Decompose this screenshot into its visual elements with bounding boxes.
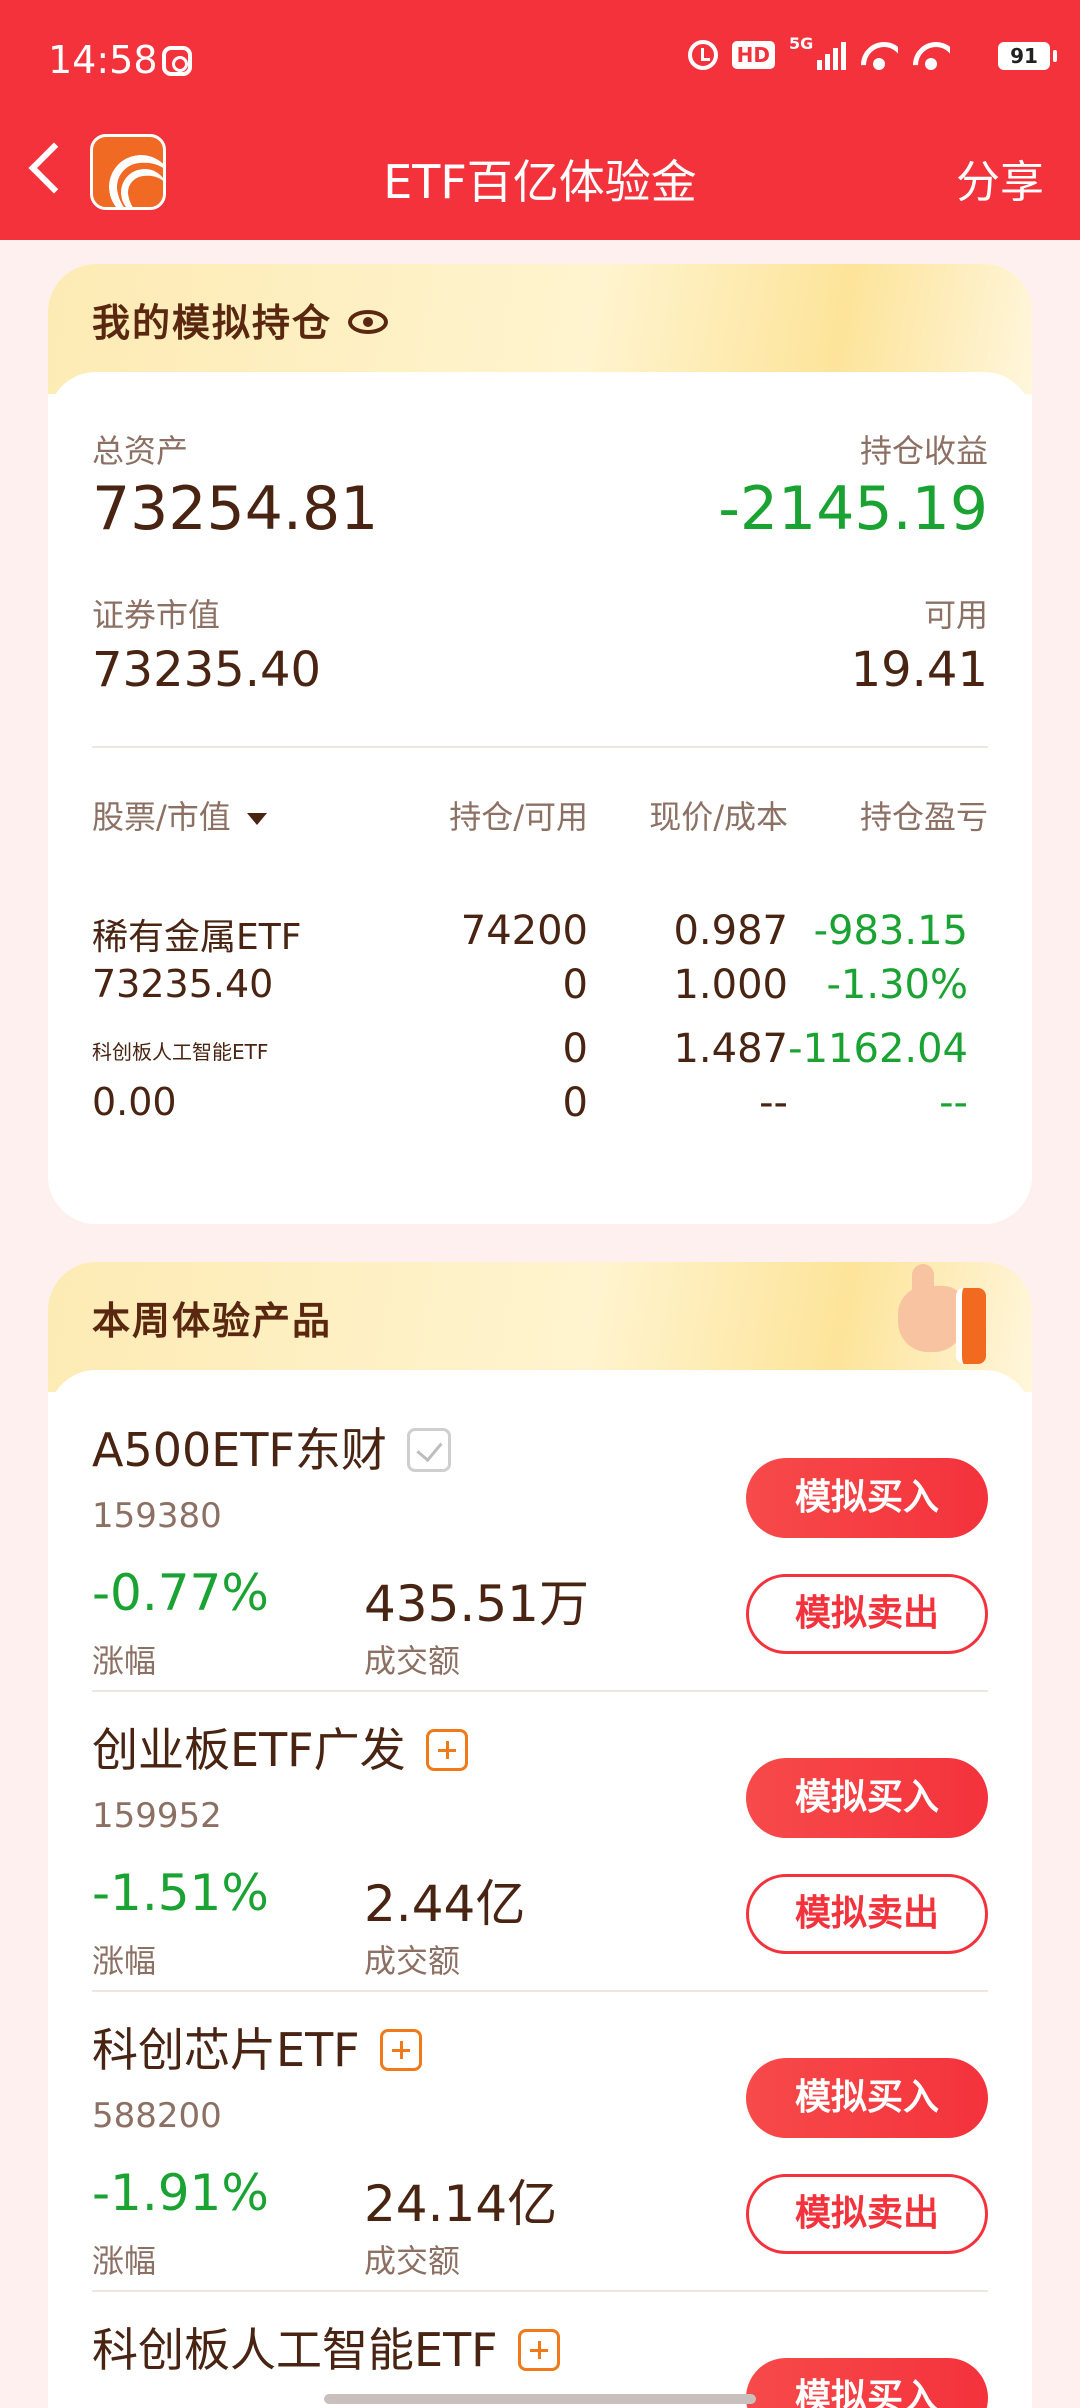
volume-label: 成交额 <box>364 1642 461 1680</box>
holding-pl-pct: -1.30% <box>826 962 968 1008</box>
col-header-stock-label: 股票/市值 <box>92 798 231 836</box>
checked-icon[interactable] <box>406 1427 451 1472</box>
product-volume: 24.14亿 <box>364 2175 558 2233</box>
holding-name: 稀有金属ETF <box>92 917 302 958</box>
holdings-title: 我的模拟持仓 <box>85 292 332 357</box>
home-indicator[interactable] <box>324 2394 756 2404</box>
status-icons: HD 5G 91 <box>687 34 1057 70</box>
holding-value: 0.00 <box>92 1080 177 1124</box>
status-time: 14:58 <box>48 38 158 82</box>
product-name: 科创板人工智能ETF <box>92 2323 498 2377</box>
market-value-label: 证券市值 <box>92 596 221 634</box>
product-name: A500ETF东财 <box>92 1423 387 1477</box>
total-assets-label: 总资产 <box>92 432 189 470</box>
holdings-card: 我的模拟持仓 总资产 73254.81 持仓收益 -2145.19 证券市值 7… <box>48 264 1032 1224</box>
holding-price: 1.487 <box>673 1026 788 1072</box>
add-icon[interactable] <box>425 1728 468 1771</box>
sort-caret-icon <box>246 813 267 825</box>
divider <box>92 1690 988 1692</box>
top-bar: 14:58 HD 5G 91 ETF百亿体验金 分享 <box>0 0 1080 240</box>
change-label: 涨幅 <box>92 1642 157 1680</box>
hd-badge: HD <box>731 41 775 69</box>
volume-label: 成交额 <box>364 2242 461 2280</box>
holding-available: 0 <box>562 1080 588 1126</box>
product-change: -1.91% <box>92 2164 269 2222</box>
share-button[interactable]: 分享 <box>956 146 1044 210</box>
product-name-line: A500ETF东财 <box>92 1414 451 1480</box>
product-code: 159952 <box>92 1796 222 1836</box>
holdings-summary: 总资产 73254.81 持仓收益 -2145.19 证券市值 73235.40… <box>48 372 1032 1224</box>
network-type-label: 5G <box>789 34 814 53</box>
screen-record-icon <box>162 46 192 76</box>
holding-price: 0.987 <box>673 908 788 954</box>
divider <box>92 746 988 748</box>
products-card: 本周体验产品 A500ETF东财 159380 -0.77% 涨幅 435.51… <box>48 1262 1032 2408</box>
product-item[interactable]: 创业板ETF广发 159952 -1.51% 涨幅 2.44亿 成交额 模拟买入… <box>92 1714 988 1994</box>
product-name-line: 创业板ETF广发 <box>92 1714 468 1780</box>
col-header-pl: 持仓盈亏 <box>859 798 988 836</box>
add-icon[interactable] <box>379 2028 422 2071</box>
change-label: 涨幅 <box>92 2242 157 2280</box>
thumbs-up-icon <box>878 1262 998 1382</box>
product-change: -0.77% <box>92 1564 269 1622</box>
divider <box>92 2290 988 2292</box>
product-name-line: 科创芯片ETF <box>92 2014 422 2080</box>
holding-pl-pct: -- <box>939 1080 968 1126</box>
holding-cost: 1.000 <box>673 962 788 1008</box>
col-header-position: 持仓/可用 <box>449 798 588 836</box>
simulate-buy-button[interactable]: 模拟买入 <box>746 1758 988 1838</box>
total-assets-value: 73254.81 <box>92 474 379 544</box>
holding-pl: -983.15 <box>813 908 968 954</box>
simulate-buy-button[interactable]: 模拟买入 <box>746 2358 988 2408</box>
wifi-secondary-icon <box>912 40 950 70</box>
products-list: A500ETF东财 159380 -0.77% 涨幅 435.51万 成交额 模… <box>48 1370 1032 2408</box>
cellular-signal-icon: 5G <box>789 34 846 70</box>
product-name: 创业板ETF广发 <box>92 1723 406 1777</box>
holding-name: 科创板人工智能ETF <box>92 1040 269 1064</box>
eye-visibility-icon[interactable] <box>348 310 388 334</box>
col-header-stock[interactable]: 股票/市值 <box>92 792 267 838</box>
product-change: -1.51% <box>92 1864 269 1922</box>
available-label: 可用 <box>923 596 988 634</box>
products-title: 本周体验产品 <box>85 1290 332 1355</box>
wifi-icon <box>860 40 898 70</box>
alarm-icon <box>687 40 718 70</box>
product-volume: 435.51万 <box>364 1575 589 1633</box>
volume-label: 成交额 <box>364 1942 461 1980</box>
page-title: ETF百亿体验金 <box>383 155 697 209</box>
simulate-sell-button[interactable]: 模拟卖出 <box>746 1574 988 1654</box>
holding-available: 0 <box>562 962 588 1008</box>
product-item[interactable]: 科创芯片ETF 588200 -1.91% 涨幅 24.14亿 成交额 模拟买入… <box>92 2014 988 2294</box>
product-code: 159380 <box>92 1496 222 1536</box>
col-header-price: 现价/成本 <box>649 798 788 836</box>
holding-pl: -1162.04 <box>788 1026 968 1072</box>
holding-position: 74200 <box>460 908 588 954</box>
holding-position: 0 <box>562 1026 588 1072</box>
add-icon[interactable] <box>517 2328 560 2371</box>
product-item[interactable]: A500ETF东财 159380 -0.77% 涨幅 435.51万 成交额 模… <box>92 1414 988 1694</box>
change-label: 涨幅 <box>92 1942 157 1980</box>
product-name: 科创芯片ETF <box>92 2023 360 2077</box>
product-code: 588200 <box>92 2096 222 2136</box>
product-volume: 2.44亿 <box>364 1875 526 1933</box>
divider <box>92 1990 988 1992</box>
available-value: 19.41 <box>850 642 988 698</box>
simulate-sell-button[interactable]: 模拟卖出 <box>746 2174 988 2254</box>
holding-cost: -- <box>759 1080 788 1126</box>
product-name-line: 科创板人工智能ETF <box>92 2314 560 2380</box>
market-value: 73235.40 <box>92 642 322 698</box>
simulate-buy-button[interactable]: 模拟买入 <box>746 1458 988 1538</box>
battery-icon: 91 <box>998 42 1057 70</box>
holding-value: 73235.40 <box>92 962 274 1006</box>
simulate-sell-button[interactable]: 模拟卖出 <box>746 1874 988 1954</box>
position-pl-value: -2145.19 <box>718 474 988 544</box>
simulate-buy-button[interactable]: 模拟买入 <box>746 2058 988 2138</box>
position-pl-label: 持仓收益 <box>859 432 988 470</box>
